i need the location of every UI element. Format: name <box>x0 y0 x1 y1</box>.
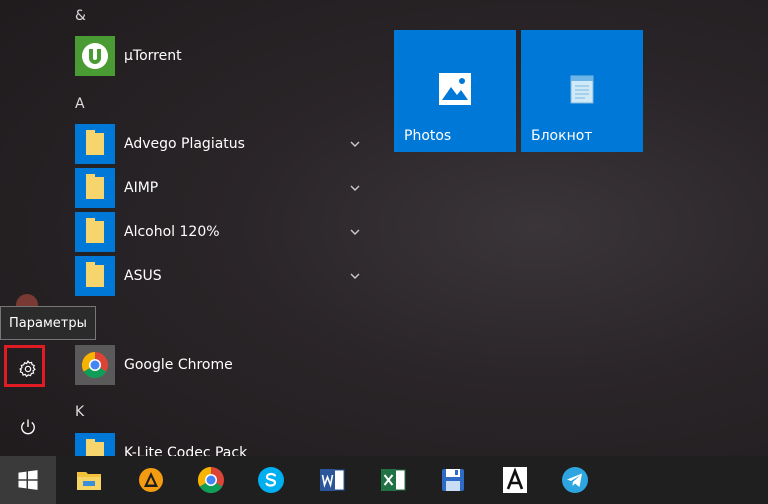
excel-icon <box>381 469 406 491</box>
folder-icon <box>75 168 115 208</box>
group-header-ampersand[interactable]: & <box>75 8 86 24</box>
settings-highlight <box>4 345 45 387</box>
app-label: K-Lite Codec Pack <box>124 445 248 456</box>
chevron-down-icon[interactable] <box>347 224 363 240</box>
app-list: & µTorrent A Advego Plagiatus AIMP Alcoh… <box>55 0 375 456</box>
app-item-k-lite-codec-pack[interactable]: K-Lite Codec Pack <box>75 433 375 456</box>
chrome-icon <box>75 345 115 385</box>
folder-icon <box>75 212 115 252</box>
app-label: Google Chrome <box>124 357 233 373</box>
telegram-icon <box>562 467 588 493</box>
notepad-icon <box>570 75 594 104</box>
floppy-icon <box>442 469 464 491</box>
app-item-advego-plagiatus[interactable]: Advego Plagiatus <box>75 124 375 164</box>
skype-icon <box>258 467 284 493</box>
chrome-icon <box>197 466 224 494</box>
app-label: ASUS <box>124 268 162 284</box>
tile-notepad[interactable]: Блокнот <box>521 30 643 152</box>
app-label: AIMP <box>124 180 159 196</box>
taskbar-chrome[interactable] <box>183 456 239 504</box>
app-item-asus[interactable]: ASUS <box>75 256 375 296</box>
group-header-a[interactable]: A <box>75 96 85 112</box>
taskbar-file-explorer[interactable] <box>61 456 117 504</box>
taskbar-aimp[interactable] <box>123 456 179 504</box>
folder-icon <box>75 124 115 164</box>
tile-label: Photos <box>404 128 452 144</box>
power-icon <box>20 419 35 435</box>
app-item-google-chrome[interactable]: Google Chrome <box>75 345 375 385</box>
tile-label: Блокнот <box>531 128 593 144</box>
left-rail <box>0 0 55 456</box>
chevron-down-icon[interactable] <box>347 136 363 152</box>
app-item-utorrent[interactable]: µTorrent <box>75 36 375 76</box>
photos-icon <box>439 73 471 105</box>
font-icon <box>503 467 527 493</box>
taskbar-floppy-app[interactable] <box>425 456 481 504</box>
taskbar-word[interactable] <box>304 456 360 504</box>
tile-photos[interactable]: Photos <box>394 30 516 152</box>
aimp-icon <box>139 468 163 492</box>
start-icon <box>18 470 38 490</box>
taskbar-telegram[interactable] <box>547 456 603 504</box>
start-menu: & µTorrent A Advego Plagiatus AIMP Alcoh… <box>0 0 768 456</box>
settings-tooltip: Параметры <box>0 306 96 340</box>
folder-icon <box>75 256 115 296</box>
chevron-down-icon[interactable] <box>347 268 363 284</box>
app-label: µTorrent <box>124 48 182 64</box>
utorrent-icon <box>75 36 115 76</box>
file-explorer-icon <box>77 472 101 490</box>
folder-icon <box>75 433 115 456</box>
start-button[interactable] <box>0 456 56 504</box>
taskbar-font-app[interactable] <box>487 456 543 504</box>
chevron-down-icon[interactable] <box>347 180 363 196</box>
taskbar-skype[interactable] <box>243 456 299 504</box>
app-label: Alcohol 120% <box>124 224 220 240</box>
app-item-aimp[interactable]: AIMP <box>75 168 375 208</box>
settings-button[interactable] <box>0 344 55 394</box>
power-button[interactable] <box>0 402 55 452</box>
app-item-alcohol-120[interactable]: Alcohol 120% <box>75 212 375 252</box>
taskbar <box>0 456 768 504</box>
app-label: Advego Plagiatus <box>124 136 245 152</box>
group-header-k[interactable]: K <box>75 404 84 420</box>
word-icon <box>320 469 345 491</box>
taskbar-excel[interactable] <box>365 456 421 504</box>
